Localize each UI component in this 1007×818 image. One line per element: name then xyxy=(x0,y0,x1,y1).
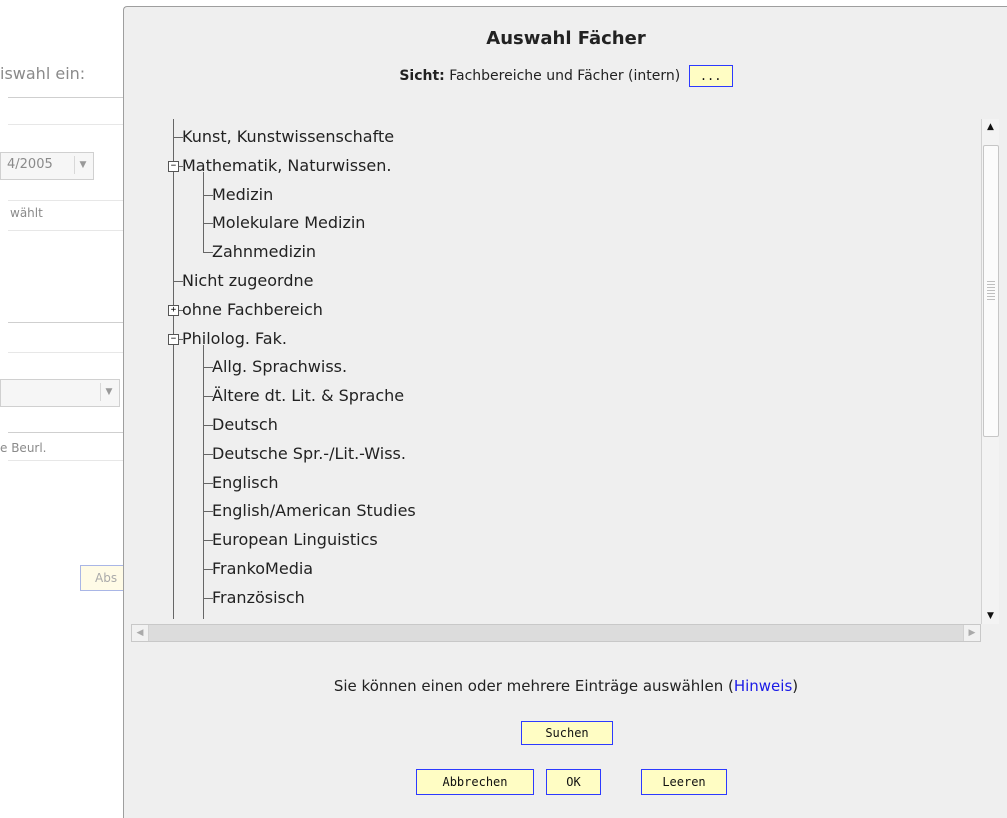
clear-button[interactable]: Leeren xyxy=(641,769,727,795)
tree-item[interactable]: Molekulare Medizin xyxy=(212,209,365,237)
expand-icon[interactable]: + xyxy=(168,305,179,316)
scroll-down-arrow-icon[interactable]: ▼ xyxy=(982,608,999,624)
scroll-up-arrow-icon[interactable]: ▲ xyxy=(982,119,999,135)
divider xyxy=(8,97,123,98)
tree-item[interactable]: English/American Studies xyxy=(212,497,416,525)
view-label: Sicht: xyxy=(399,68,445,84)
tree-item[interactable]: Mathematik, Naturwissen. xyxy=(182,152,391,180)
divider xyxy=(8,124,123,125)
tree-item[interactable]: ohne Fachbereich xyxy=(182,296,323,324)
scrollbar-thumb[interactable] xyxy=(983,145,999,437)
divider xyxy=(8,200,123,201)
divider xyxy=(8,322,123,323)
cancel-button[interactable]: Abbrechen xyxy=(416,769,534,795)
selection-label: iswahl ein: xyxy=(0,64,86,83)
chevron-down-icon: ▼ xyxy=(100,383,117,401)
tree-connector xyxy=(203,238,204,252)
view-value: Fachbereiche und Fächer (intern) xyxy=(449,68,681,84)
selected-text: wählt xyxy=(10,206,43,220)
tree-connector xyxy=(173,119,174,619)
hint-text: Sie können einen oder mehrere Einträge a… xyxy=(333,677,734,695)
date-value: 4/2005 xyxy=(7,157,53,172)
date-select[interactable]: 4/2005 ▼ xyxy=(0,152,94,180)
background-select[interactable]: ▼ xyxy=(0,379,120,407)
ok-button[interactable]: OK xyxy=(546,769,601,795)
view-options-button[interactable]: ... xyxy=(688,65,733,87)
tree-item[interactable]: Französisch xyxy=(212,584,305,612)
search-button[interactable]: Suchen xyxy=(521,721,613,745)
subject-selection-dialog: Auswahl Fächer Sicht: Fachbereiche und F… xyxy=(123,6,1007,818)
tree-item[interactable]: Zahnmedizin xyxy=(212,238,316,266)
tree-item[interactable]: Englisch xyxy=(212,469,279,497)
tree-item[interactable]: Ältere dt. Lit. & Sprache xyxy=(212,382,404,410)
tree-connector xyxy=(203,344,204,383)
tree-connector xyxy=(203,171,204,210)
tree-item[interactable]: Kunst, Kunstwissenschafte xyxy=(182,123,394,151)
divider xyxy=(8,230,123,231)
tree-item[interactable]: FrankoMedia xyxy=(212,555,313,583)
vertical-scrollbar[interactable]: ▲ ▼ xyxy=(981,119,999,624)
tree-connector xyxy=(203,612,204,619)
divider xyxy=(8,352,123,353)
horizontal-scrollbar[interactable]: ◀ ▶ xyxy=(131,624,981,642)
chevron-down-icon: ▼ xyxy=(74,156,91,174)
tree-item[interactable]: Deutsch xyxy=(212,411,278,439)
subject-tree: Kunst, Kunstwissenschafte − Mathematik, Na… xyxy=(131,119,981,619)
beurl-text: e Beurl. xyxy=(0,441,47,455)
divider xyxy=(8,432,123,433)
tree-item[interactable]: Philolog. Fak. xyxy=(182,325,287,353)
collapse-icon[interactable]: − xyxy=(168,161,179,172)
tree-item[interactable]: Geschichte d. Medizin xyxy=(212,613,388,619)
dialog-title: Auswahl Fächer xyxy=(486,28,646,49)
tree-panel: Kunst, Kunstwissenschafte − Mathematik, Na… xyxy=(131,119,990,644)
hint-link[interactable]: Hinweis xyxy=(734,677,792,695)
collapse-icon[interactable]: − xyxy=(168,334,179,345)
tree-item[interactable]: Medizin xyxy=(212,181,273,209)
selection-hint: Sie können einen oder mehrere Einträge a… xyxy=(124,677,1007,695)
tree-item[interactable]: Allg. Sprachwiss. xyxy=(212,353,347,381)
view-row: Sicht: Fachbereiche und Fächer (intern) … xyxy=(124,65,1007,87)
grip-icon xyxy=(987,281,995,301)
tree-item[interactable]: European Linguistics xyxy=(212,526,378,554)
tree-item[interactable]: Deutsche Spr.-/Lit.-Wiss. xyxy=(212,440,406,468)
tree-item[interactable]: Nicht zugeordne xyxy=(182,267,313,295)
scroll-right-arrow-icon[interactable]: ▶ xyxy=(963,625,980,641)
scroll-left-arrow-icon[interactable]: ◀ xyxy=(132,625,149,641)
hint-close: ) xyxy=(792,677,799,695)
divider xyxy=(8,460,123,461)
